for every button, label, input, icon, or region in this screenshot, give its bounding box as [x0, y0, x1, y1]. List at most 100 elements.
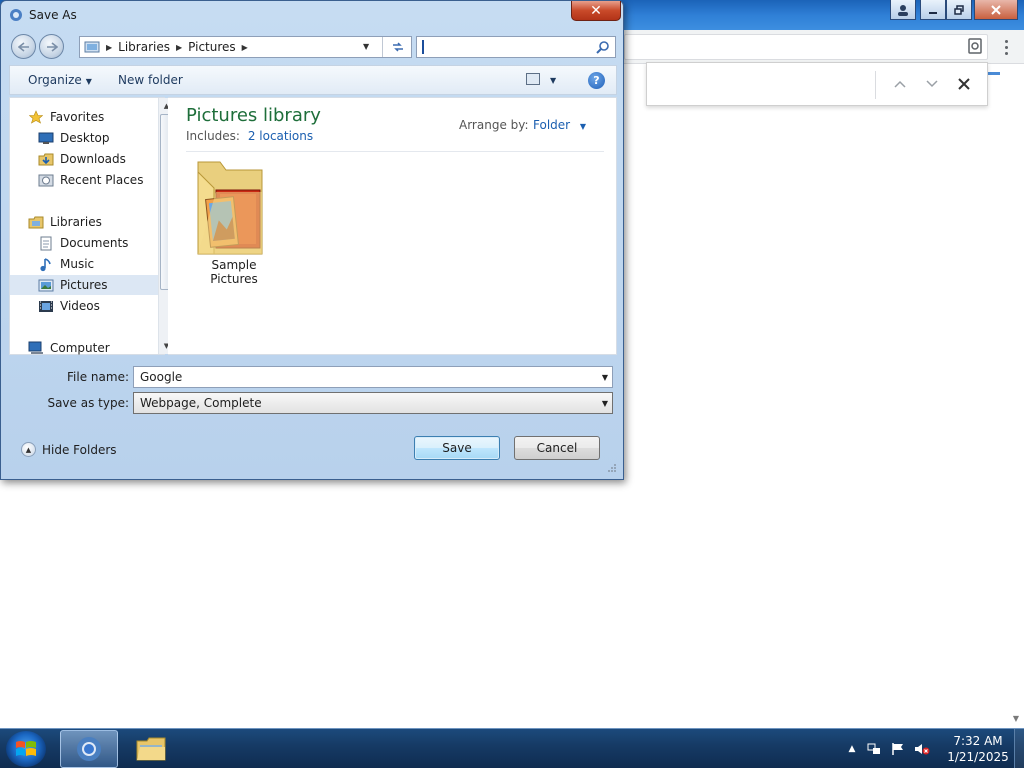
- breadcrumb-pictures[interactable]: Pictures: [188, 40, 236, 54]
- search-icon[interactable]: [595, 39, 611, 55]
- find-close-button[interactable]: [953, 73, 975, 95]
- downloads-icon: [38, 152, 54, 166]
- browser-menu-button[interactable]: [999, 38, 1013, 56]
- save-type-label: Save as type:: [47, 396, 129, 410]
- browser-close-button[interactable]: [974, 0, 1018, 20]
- forward-button[interactable]: [39, 34, 64, 59]
- navigation-row: ▶ Libraries ▶ Pictures ▶ ▼: [9, 34, 617, 60]
- chevron-down-icon[interactable]: ▼: [602, 373, 608, 382]
- save-type-select[interactable]: Webpage, Complete ▼: [133, 392, 613, 414]
- dot-icon: [1004, 51, 1008, 55]
- change-view-icon[interactable]: [526, 73, 540, 85]
- chevron-down-icon: ▼: [85, 77, 92, 86]
- chevron-down-icon: ▼: [601, 399, 608, 408]
- view-options-dropdown-icon[interactable]: ▼: [550, 76, 556, 85]
- nav-item-libraries[interactable]: Libraries: [28, 212, 168, 232]
- nav-item-pictures[interactable]: Pictures: [10, 275, 158, 295]
- folder-item-sample-pictures[interactable]: Sample Pictures: [186, 158, 282, 286]
- libraries-icon: [28, 215, 44, 229]
- user-icon: [898, 4, 908, 16]
- nav-label: Music: [60, 257, 95, 271]
- star-icon: [28, 110, 44, 124]
- page-action-button[interactable]: [966, 37, 984, 55]
- dot-icon: [1004, 45, 1008, 49]
- breadcrumb-separator-icon: ▶: [175, 42, 183, 52]
- clock[interactable]: 7:32 AM 1/21/2025: [940, 733, 1016, 765]
- minimize-button[interactable]: [920, 0, 946, 20]
- chevron-up-icon: [894, 80, 906, 88]
- nav-item-desktop[interactable]: Desktop: [38, 128, 178, 148]
- new-folder-button[interactable]: New folder: [118, 73, 183, 87]
- help-icon[interactable]: ?: [588, 72, 605, 89]
- taskbar-chrome[interactable]: [60, 730, 118, 768]
- page-scrollbar[interactable]: [1009, 64, 1024, 728]
- save-as-dialog: Save As ✕ ▶ Libraries ▶ Pictures ▶ ▼ Org…: [0, 0, 624, 480]
- refresh-button[interactable]: [382, 37, 412, 57]
- dialog-titlebar: Save As: [9, 5, 77, 25]
- computer-icon: [28, 341, 44, 355]
- forward-arrow-icon: [46, 41, 58, 52]
- address-dropdown-icon[interactable]: ▼: [363, 42, 369, 51]
- hide-folders-label: Hide Folders: [42, 442, 117, 457]
- show-hidden-icons-icon[interactable]: ▲: [844, 741, 860, 757]
- nav-item-music[interactable]: Music: [38, 254, 178, 274]
- breadcrumb-libraries[interactable]: Libraries: [118, 40, 170, 54]
- close-icon: [958, 78, 970, 90]
- cancel-button[interactable]: Cancel: [514, 436, 600, 460]
- pictures-icon: [38, 278, 54, 292]
- action-center-flag-icon[interactable]: [890, 741, 906, 757]
- hide-folders-button[interactable]: ▲ Hide Folders: [21, 442, 117, 457]
- library-includes: Includes: 2 locations: [186, 129, 313, 143]
- nav-item-documents[interactable]: Documents: [38, 233, 178, 253]
- show-desktop-button[interactable]: [1014, 729, 1024, 768]
- nav-label: Recent Places: [60, 173, 144, 187]
- nav-item-videos[interactable]: Videos: [38, 296, 178, 316]
- taskbar-explorer[interactable]: [122, 730, 180, 768]
- library-title: Pictures library: [186, 105, 321, 126]
- start-button[interactable]: [6, 731, 46, 767]
- back-button[interactable]: [11, 34, 36, 59]
- nav-item-computer[interactable]: Computer: [28, 338, 168, 358]
- nav-item-favorites[interactable]: Favorites: [28, 107, 168, 127]
- filename-field[interactable]: Google ▼: [133, 366, 613, 388]
- videos-icon: [38, 299, 54, 313]
- file-list-pane: Pictures library Includes: 2 locations A…: [168, 97, 617, 355]
- breadcrumb-separator-icon: ▶: [106, 42, 113, 52]
- save-type-value: Webpage, Complete: [140, 396, 262, 410]
- includes-label: Includes:: [186, 129, 240, 143]
- save-form: File name: Google ▼ Save as type: Webpag…: [9, 357, 617, 417]
- organize-button[interactable]: Organize ▼: [28, 73, 92, 87]
- back-arrow-icon: [17, 41, 29, 52]
- breadcrumb-separator-icon: ▶: [241, 42, 248, 52]
- find-next-button[interactable]: [921, 73, 943, 95]
- music-icon: [38, 257, 54, 271]
- nav-label: Favorites: [50, 110, 105, 124]
- chevron-up-icon: ▲: [21, 442, 36, 457]
- address-breadcrumb[interactable]: ▶ Libraries ▶ Pictures ▶ ▼: [79, 36, 412, 58]
- address-bar[interactable]: [624, 34, 988, 60]
- scroll-down-arrow-icon[interactable]: ▼: [1011, 713, 1021, 723]
- nav-item-recent-places[interactable]: Recent Places: [38, 170, 178, 190]
- dialog-close-button[interactable]: ✕: [571, 1, 621, 21]
- nav-label: Documents: [60, 236, 129, 250]
- arrange-by-dropdown[interactable]: Folder ▼: [533, 118, 586, 132]
- folder-icon: [136, 737, 166, 761]
- restore-button[interactable]: [946, 0, 972, 20]
- chevron-down-icon: ▼: [579, 122, 587, 131]
- taskbar: ▲ 7:32 AM 1/21/2025: [0, 728, 1024, 768]
- locations-link[interactable]: 2 locations: [248, 129, 313, 143]
- dialog-title: Save As: [29, 8, 77, 22]
- network-icon[interactable]: [866, 741, 882, 757]
- filename-value: Google: [140, 370, 183, 384]
- find-previous-button[interactable]: [889, 73, 911, 95]
- nav-label: Downloads: [60, 152, 126, 166]
- resize-grip-icon[interactable]: [607, 463, 617, 473]
- user-profile-button[interactable]: [890, 0, 916, 20]
- system-tray: ▲ 7:32 AM 1/21/2025: [840, 729, 1024, 768]
- folder-label: Sample Pictures: [210, 258, 258, 286]
- volume-muted-icon[interactable]: [914, 741, 930, 757]
- search-input[interactable]: [416, 36, 616, 58]
- nav-item-downloads[interactable]: Downloads: [38, 149, 178, 169]
- organize-label: Organize: [28, 73, 82, 87]
- save-button[interactable]: Save: [414, 436, 500, 460]
